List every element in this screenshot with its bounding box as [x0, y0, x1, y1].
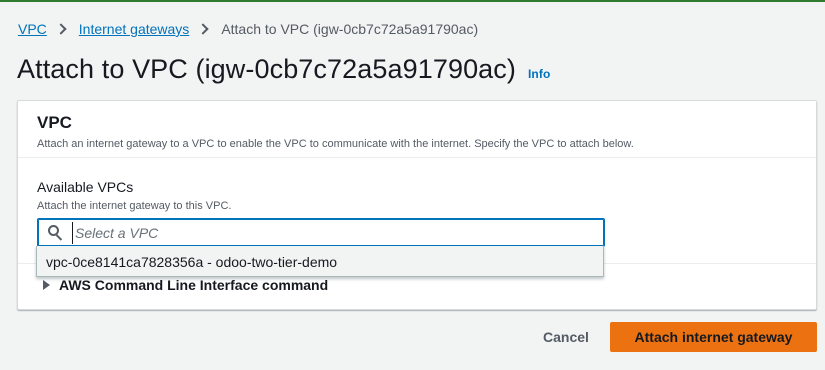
vpc-search-input[interactable]: [72, 221, 572, 244]
info-link[interactable]: Info: [528, 67, 550, 81]
available-vpcs-description: Attach the internet gateway to this VPC.: [37, 200, 232, 212]
attach-internet-gateway-button[interactable]: Attach internet gateway: [610, 322, 817, 352]
vpc-panel: VPC Attach an internet gateway to a VPC …: [17, 100, 817, 310]
cli-command-label: AWS Command Line Interface command: [59, 277, 329, 293]
page-title-text: Attach to VPC (igw-0cb7c72a5a91790ac): [17, 54, 516, 84]
chevron-right-icon: [197, 23, 209, 35]
panel-header: VPC Attach an internet gateway to a VPC …: [18, 101, 816, 158]
panel-description: Attach an internet gateway to a VPC to e…: [37, 138, 634, 150]
top-accent-bar: [0, 0, 825, 2]
vpc-select[interactable]: [37, 218, 605, 247]
breadcrumb-vpc-link[interactable]: VPC: [18, 21, 47, 37]
available-vpcs-label: Available VPCs: [37, 179, 134, 195]
search-icon: [48, 224, 64, 241]
breadcrumb: VPC Internet gateways Attach to VPC (igw…: [18, 19, 478, 39]
cli-command-expander[interactable]: AWS Command Line Interface command: [43, 277, 328, 293]
vpc-dropdown-list: vpc-0ce8141ca7828356a - odoo-two-tier-de…: [36, 246, 604, 277]
panel-title: VPC: [37, 113, 72, 132]
caret-right-icon: [43, 280, 50, 290]
cancel-button[interactable]: Cancel: [530, 322, 602, 352]
breadcrumb-current: Attach to VPC (igw-0cb7c72a5a91790ac): [221, 21, 479, 37]
breadcrumb-internet-gateways-link[interactable]: Internet gateways: [79, 21, 190, 37]
chevron-right-icon: [55, 23, 67, 35]
vpc-option[interactable]: vpc-0ce8141ca7828356a - odoo-two-tier-de…: [46, 254, 337, 270]
page-title: Attach to VPC (igw-0cb7c72a5a91790ac) In…: [17, 54, 550, 85]
